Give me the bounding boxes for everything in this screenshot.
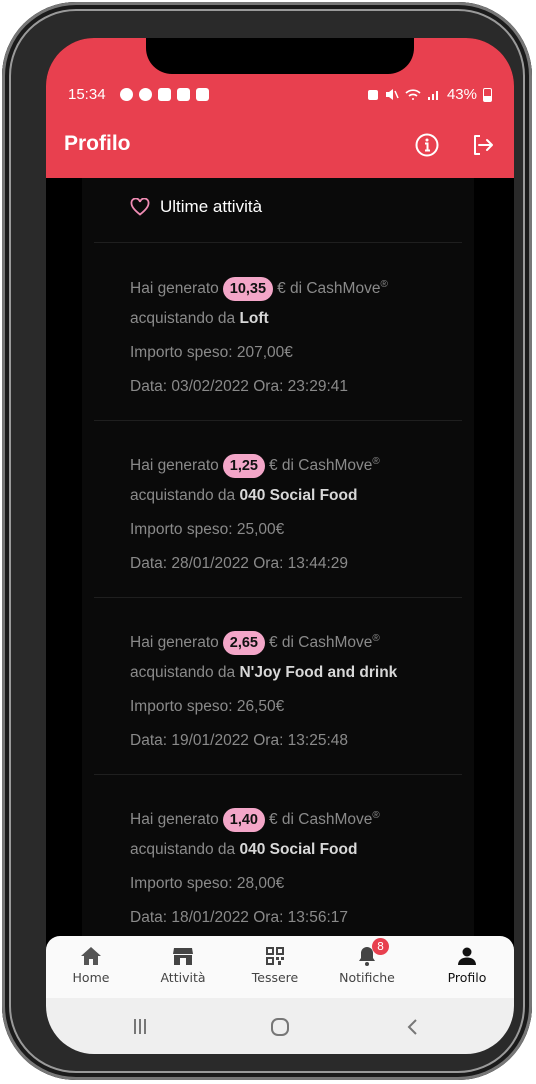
divider <box>94 242 462 243</box>
status-bar: 15:34 43% <box>68 86 492 106</box>
logout-icon <box>474 135 493 155</box>
heart-icon <box>130 198 150 216</box>
qr-icon <box>266 947 284 965</box>
youtube-icon <box>196 88 209 101</box>
signal-icon <box>427 91 438 100</box>
list-item: Hai generato 1,25 € di CashMove® acquistan… <box>130 445 470 581</box>
store-name: Loft <box>239 310 269 327</box>
tab-profilo[interactable]: Profilo <box>422 944 512 985</box>
phone-screen: 15:34 43% Profilo Ultime attività Hai ge… <box>46 38 514 1054</box>
info-button[interactable] <box>414 132 440 158</box>
recents-icon <box>134 1019 146 1034</box>
status-system-icons: 43% <box>367 86 492 103</box>
cashmove-amount-badge: 1,25 <box>222 454 265 479</box>
page-title: Profilo <box>64 132 131 155</box>
tab-attivita[interactable]: Attività <box>138 944 228 985</box>
store-name: N'Joy Food and drink <box>239 664 398 681</box>
list-item: Hai generato 2,65 € di CashMove® acquistan… <box>130 622 470 758</box>
activity-panel: Ultime attività Hai generato 10,35 € di Ca… <box>82 178 474 938</box>
gallery-icon <box>177 88 190 101</box>
user-icon <box>458 947 476 965</box>
home-nav-button[interactable] <box>260 1016 300 1038</box>
home-icon <box>81 947 101 965</box>
home-circle-icon <box>271 1018 289 1036</box>
cashmove-amount-badge: 10,35 <box>222 277 274 302</box>
battery-percent: 43% <box>446 86 477 103</box>
tab-home[interactable]: Home <box>46 944 136 985</box>
camera-notch <box>146 38 414 74</box>
transaction-date: Data: 18/01/2022 Ora: 13:56:17 <box>130 909 349 926</box>
store-name: 040 Social Food <box>239 841 358 858</box>
status-notification-icons <box>120 88 209 101</box>
activity-list[interactable]: Ultime attività Hai generato 10,35 € di Ca… <box>46 178 514 938</box>
tab-tessere[interactable]: Tessere <box>230 944 320 985</box>
divider <box>94 597 462 598</box>
wifi-icon <box>405 89 421 100</box>
facebook-icon <box>139 88 152 101</box>
transaction-date: Data: 28/01/2022 Ora: 13:44:29 <box>130 555 349 572</box>
store-name: 040 Social Food <box>239 487 358 504</box>
section-title: Ultime attività <box>160 197 263 216</box>
amount-spent: Importo speso: 26,50€ <box>130 698 285 715</box>
status-time: 15:34 <box>68 86 106 103</box>
back-icon <box>407 1019 417 1035</box>
alarm-icon <box>367 90 378 100</box>
divider <box>94 774 462 775</box>
amount-spent: Importo speso: 25,00€ <box>130 521 285 538</box>
section-header: Ultime attività <box>130 192 262 222</box>
system-nav-bar <box>46 998 514 1054</box>
transaction-date: Data: 03/02/2022 Ora: 23:29:41 <box>130 378 349 395</box>
transaction-date: Data: 19/01/2022 Ora: 13:25:48 <box>130 732 349 749</box>
amount-spent: Importo speso: 28,00€ <box>130 875 285 892</box>
back-nav-button[interactable] <box>392 1016 432 1038</box>
battery-icon <box>483 87 492 102</box>
list-item: Hai generato 10,35 € di CashMove® acquista… <box>130 268 470 404</box>
facebook-icon <box>120 88 133 101</box>
tab-notifiche[interactable]: Notifiche 8 <box>322 938 412 985</box>
list-item: Hai generato 1,40 € di CashMove® acquistan… <box>130 799 470 935</box>
cashmove-amount-badge: 1,40 <box>222 808 265 833</box>
bottom-tab-bar: Home Attività Tessere Notifiche 8 Profil… <box>46 936 514 998</box>
notification-count-badge: 8 <box>372 938 389 955</box>
store-icon <box>173 948 193 965</box>
logout-button[interactable] <box>470 132 496 158</box>
mute-icon <box>385 89 399 100</box>
recent-apps-button[interactable] <box>120 1016 160 1038</box>
divider <box>94 420 462 421</box>
cashmove-amount-badge: 2,65 <box>222 631 265 656</box>
info-icon <box>415 133 439 157</box>
check-icon <box>158 88 171 101</box>
amount-spent: Importo speso: 207,00€ <box>130 344 293 361</box>
